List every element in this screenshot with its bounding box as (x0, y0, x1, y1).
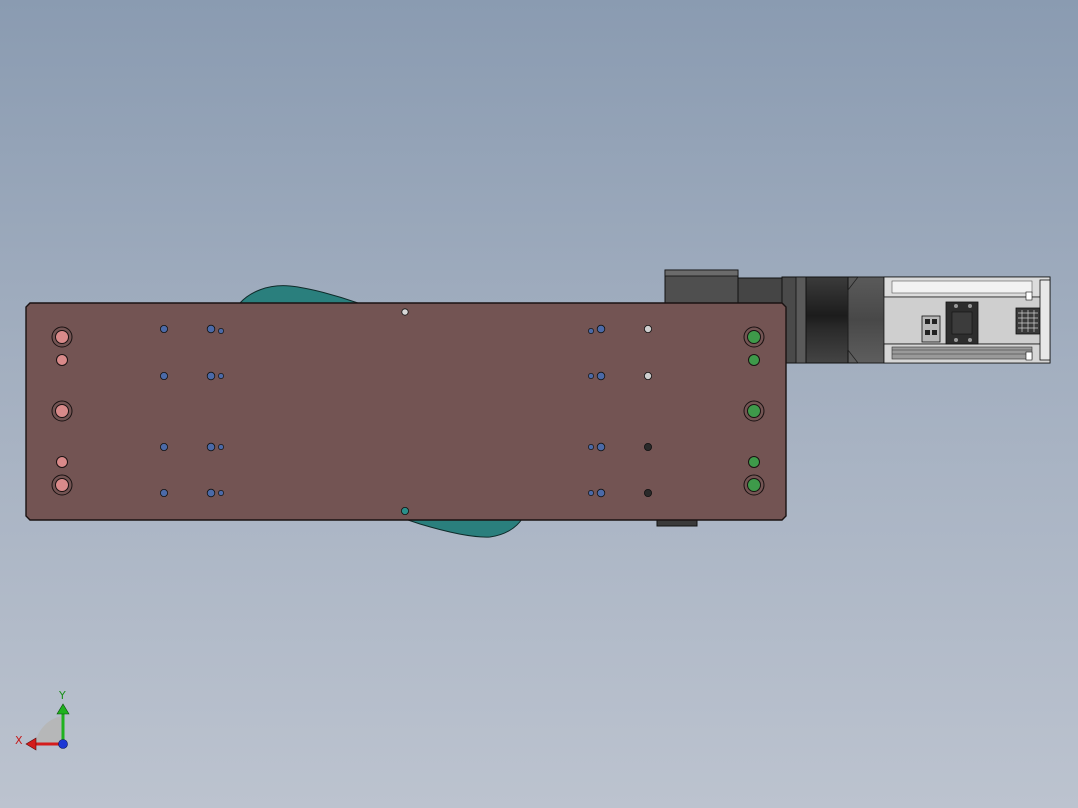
motor-step-block (737, 277, 783, 304)
center-hole-top (401, 308, 409, 316)
ref-hole (644, 371, 653, 380)
plate-outline (25, 302, 787, 521)
tapped-hole (206, 371, 216, 381)
mount-hole-left-bottom (55, 478, 69, 492)
mount-hole-right-bottom (747, 478, 761, 492)
teal-bracket-bottom[interactable] (404, 518, 523, 538)
base-plate[interactable] (25, 302, 787, 521)
tapped-hole-small (588, 490, 594, 496)
tapped-hole-small (218, 373, 224, 379)
mount-hole-right-top (747, 330, 761, 344)
y-axis-arrowhead (56, 703, 70, 715)
tapped-hole-small (218, 490, 224, 496)
tapped-hole (206, 442, 216, 452)
tapped-hole (159, 488, 168, 497)
cad-viewport[interactable]: Y X (0, 0, 1078, 808)
ref-hole (644, 324, 653, 333)
tapped-hole (596, 371, 606, 381)
connector-a (921, 315, 941, 343)
tapped-hole (159, 324, 168, 333)
mount-hole-right-mid (747, 404, 761, 418)
mount-hole-left-top (55, 330, 69, 344)
tapped-hole (159, 442, 168, 451)
tapped-hole-small (218, 328, 224, 334)
tapped-hole-small (588, 328, 594, 334)
motor-collar (805, 276, 849, 364)
pin-hole-right-bottom (748, 456, 760, 468)
pin-hole-left-bottom (56, 456, 68, 468)
ref-hole (644, 488, 653, 497)
teal-bracket-top[interactable] (238, 285, 359, 304)
mount-hole-left-mid (55, 404, 69, 418)
tapped-hole (596, 442, 606, 452)
tapped-hole-small (218, 444, 224, 450)
driver-end-cap (1039, 279, 1051, 361)
pin-hole-right-top (748, 354, 760, 366)
x-axis-label: X (15, 734, 23, 747)
x-axis-arrowhead (25, 737, 37, 751)
driver-top-rail-inner (891, 280, 1033, 294)
z-axis-dot (58, 739, 68, 749)
model-scene: Y X (15, 269, 1051, 751)
tapped-hole-small (588, 444, 594, 450)
motor-neck-ring (795, 276, 807, 364)
ref-hole (644, 442, 653, 451)
tapped-hole (159, 371, 168, 380)
triad-plane-shade (35, 716, 62, 744)
tapped-hole (206, 324, 216, 334)
tapped-hole (206, 488, 216, 498)
tapped-hole-small (588, 373, 594, 379)
driver-bottom-rail-inner (891, 346, 1033, 360)
tapped-hole (596, 488, 606, 498)
motor-flange-top-edge (664, 269, 739, 277)
motor-body (847, 276, 885, 364)
pin-hole-left-top (56, 354, 68, 366)
y-axis-label: Y (58, 689, 66, 702)
axis-triad: Y X (15, 689, 70, 751)
tapped-hole (596, 324, 606, 334)
center-hole-bottom (400, 506, 409, 515)
